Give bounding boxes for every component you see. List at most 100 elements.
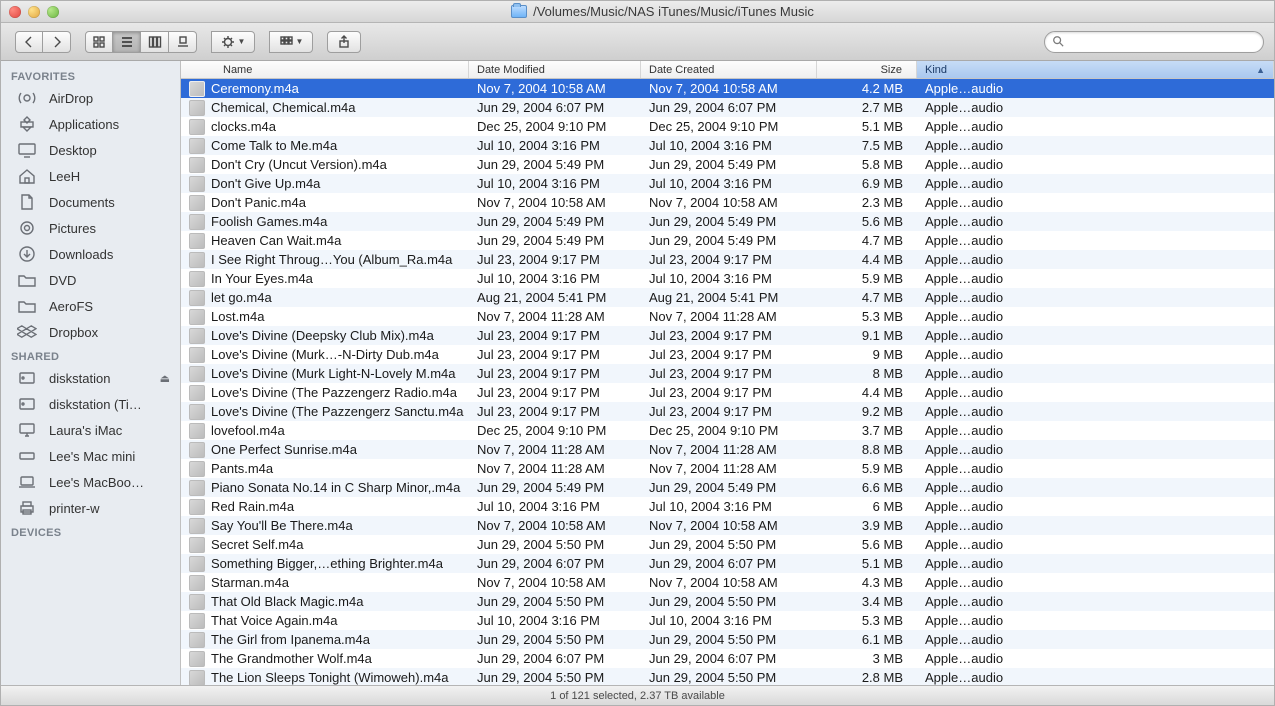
sidebar-item[interactable]: AirDrop: [1, 85, 180, 111]
sidebar-favorites-header[interactable]: FAVORITES: [1, 65, 180, 85]
file-row[interactable]: Say You'll Be There.m4aNov 7, 2004 10:58…: [181, 516, 1274, 535]
folder-proxy-icon[interactable]: [511, 5, 527, 18]
sidebar-item[interactable]: printer-w: [1, 495, 180, 521]
column-header-created[interactable]: Date Created: [641, 61, 817, 78]
file-size: 5.1 MB: [817, 556, 917, 571]
audio-file-icon: [189, 442, 205, 458]
airdrop-icon: [15, 88, 39, 108]
arrange-menu-button[interactable]: ▼: [269, 31, 313, 53]
column-header-name[interactable]: Name: [181, 61, 469, 78]
file-row[interactable]: Ceremony.m4aNov 7, 2004 10:58 AMNov 7, 2…: [181, 79, 1274, 98]
sidebar-item[interactable]: Lee's Mac mini: [1, 443, 180, 469]
file-row[interactable]: Love's Divine (Deepsky Club Mix).m4aJul …: [181, 326, 1274, 345]
eject-icon[interactable]: ⏏: [160, 372, 170, 385]
file-name: Love's Divine (Murk Light-N-Lovely M.m4a: [211, 366, 456, 381]
share-button[interactable]: [327, 31, 361, 53]
sidebar-item[interactable]: DVD: [1, 267, 180, 293]
sidebar-item[interactable]: Pictures: [1, 215, 180, 241]
file-name: Love's Divine (Deepsky Club Mix).m4a: [211, 328, 434, 343]
column-header-size[interactable]: Size: [817, 61, 917, 78]
titlebar[interactable]: /Volumes/Music/NAS iTunes/Music/iTunes M…: [1, 1, 1274, 23]
file-row[interactable]: Love's Divine (Murk Light-N-Lovely M.m4a…: [181, 364, 1274, 383]
action-menu-button[interactable]: ▼: [211, 31, 255, 53]
file-created: Jun 29, 2004 6:07 PM: [641, 556, 817, 571]
file-row[interactable]: That Voice Again.m4aJul 10, 2004 3:16 PM…: [181, 611, 1274, 630]
sidebar-item[interactable]: LeeH: [1, 163, 180, 189]
audio-file-icon: [189, 423, 205, 439]
file-row[interactable]: Heaven Can Wait.m4aJun 29, 2004 5:49 PMJ…: [181, 231, 1274, 250]
file-created: Jul 10, 2004 3:16 PM: [641, 176, 817, 191]
file-row[interactable]: Love's Divine (The Pazzengerz Radio.m4aJ…: [181, 383, 1274, 402]
file-row[interactable]: In Your Eyes.m4aJul 10, 2004 3:16 PMJul …: [181, 269, 1274, 288]
close-button[interactable]: [9, 6, 21, 18]
file-row[interactable]: Chemical, Chemical.m4aJun 29, 2004 6:07 …: [181, 98, 1274, 117]
sidebar-item[interactable]: diskstation (Ti…: [1, 391, 180, 417]
coverflow-view-button[interactable]: [169, 31, 197, 53]
file-size: 4.7 MB: [817, 290, 917, 305]
sidebar-item[interactable]: Laura's iMac: [1, 417, 180, 443]
file-kind: Apple…audio: [917, 309, 1274, 324]
file-row[interactable]: The Grandmother Wolf.m4aJun 29, 2004 6:0…: [181, 649, 1274, 668]
file-row[interactable]: Don't Cry (Uncut Version).m4aJun 29, 200…: [181, 155, 1274, 174]
sidebar-item[interactable]: diskstation⏏: [1, 365, 180, 391]
sidebar[interactable]: FAVORITES AirDrop Applications DesktopLeeH…: [1, 61, 181, 685]
minimize-button[interactable]: [28, 6, 40, 18]
search-field[interactable]: [1044, 31, 1264, 53]
sidebar-item-label: Applications: [49, 117, 119, 132]
file-row[interactable]: Red Rain.m4aJul 10, 2004 3:16 PMJul 10, …: [181, 497, 1274, 516]
file-row[interactable]: Love's Divine (Murk…-N-Dirty Dub.m4aJul …: [181, 345, 1274, 364]
file-row[interactable]: Secret Self.m4aJun 29, 2004 5:50 PMJun 2…: [181, 535, 1274, 554]
file-rows[interactable]: Ceremony.m4aNov 7, 2004 10:58 AMNov 7, 2…: [181, 79, 1274, 685]
sidebar-item[interactable]: Desktop: [1, 137, 180, 163]
file-row[interactable]: Something Bigger,…ething Brighter.m4aJun…: [181, 554, 1274, 573]
search-input[interactable]: [1044, 31, 1264, 53]
zoom-button[interactable]: [47, 6, 59, 18]
file-row[interactable]: Love's Divine (The Pazzengerz Sanctu.m4a…: [181, 402, 1274, 421]
column-view-button[interactable]: [141, 31, 169, 53]
file-created: Jun 29, 2004 5:49 PM: [641, 157, 817, 172]
forward-button[interactable]: [43, 31, 71, 53]
file-row[interactable]: Lost.m4aNov 7, 2004 11:28 AMNov 7, 2004 …: [181, 307, 1274, 326]
file-row[interactable]: That Old Black Magic.m4aJun 29, 2004 5:5…: [181, 592, 1274, 611]
file-row[interactable]: Come Talk to Me.m4aJul 10, 2004 3:16 PMJ…: [181, 136, 1274, 155]
file-name: clocks.m4a: [211, 119, 276, 134]
file-name: lovefool.m4a: [211, 423, 285, 438]
file-name: The Lion Sleeps Tonight (Wimoweh).m4a: [211, 670, 449, 685]
audio-file-icon: [189, 480, 205, 496]
list-view-button[interactable]: [113, 31, 141, 53]
file-row[interactable]: Foolish Games.m4aJun 29, 2004 5:49 PMJun…: [181, 212, 1274, 231]
sidebar-item[interactable]: Downloads: [1, 241, 180, 267]
sidebar-item[interactable]: Lee's MacBoo…: [1, 469, 180, 495]
back-button[interactable]: [15, 31, 43, 53]
file-kind: Apple…audio: [917, 423, 1274, 438]
file-kind: Apple…audio: [917, 138, 1274, 153]
file-size: 3.4 MB: [817, 594, 917, 609]
file-list-pane: Name Date Modified Date Created Size Kin…: [181, 61, 1274, 685]
sidebar-item[interactable]: Documents: [1, 189, 180, 215]
file-row[interactable]: Starman.m4aNov 7, 2004 10:58 AMNov 7, 20…: [181, 573, 1274, 592]
file-row[interactable]: The Girl from Ipanema.m4aJun 29, 2004 5:…: [181, 630, 1274, 649]
file-size: 4.4 MB: [817, 385, 917, 400]
sidebar-shared-header[interactable]: SHARED: [1, 345, 180, 365]
column-header-modified[interactable]: Date Modified: [469, 61, 641, 78]
file-size: 4.4 MB: [817, 252, 917, 267]
file-row[interactable]: clocks.m4aDec 25, 2004 9:10 PMDec 25, 20…: [181, 117, 1274, 136]
file-modified: Jun 29, 2004 5:50 PM: [469, 537, 641, 552]
file-row[interactable]: Piano Sonata No.14 in C Sharp Minor,.m4a…: [181, 478, 1274, 497]
file-row[interactable]: Pants.m4aNov 7, 2004 11:28 AMNov 7, 2004…: [181, 459, 1274, 478]
file-row[interactable]: I See Right Throug…You (Album_Ra.m4aJul …: [181, 250, 1274, 269]
file-row[interactable]: let go.m4aAug 21, 2004 5:41 PMAug 21, 20…: [181, 288, 1274, 307]
icon-view-button[interactable]: [85, 31, 113, 53]
file-row[interactable]: Don't Give Up.m4aJul 10, 2004 3:16 PMJul…: [181, 174, 1274, 193]
file-row[interactable]: Don't Panic.m4aNov 7, 2004 10:58 AMNov 7…: [181, 193, 1274, 212]
file-row[interactable]: One Perfect Sunrise.m4aNov 7, 2004 11:28…: [181, 440, 1274, 459]
sidebar-devices-header[interactable]: DEVICES: [1, 521, 180, 541]
file-row[interactable]: lovefool.m4aDec 25, 2004 9:10 PMDec 25, …: [181, 421, 1274, 440]
sidebar-item[interactable]: AeroFS: [1, 293, 180, 319]
file-row[interactable]: The Lion Sleeps Tonight (Wimoweh).m4aJun…: [181, 668, 1274, 685]
sidebar-item[interactable]: Dropbox: [1, 319, 180, 345]
column-header-kind[interactable]: Kind▲: [917, 61, 1274, 78]
sidebar-item[interactable]: Applications: [1, 111, 180, 137]
file-kind: Apple…audio: [917, 347, 1274, 362]
file-created: Jun 29, 2004 5:49 PM: [641, 480, 817, 495]
